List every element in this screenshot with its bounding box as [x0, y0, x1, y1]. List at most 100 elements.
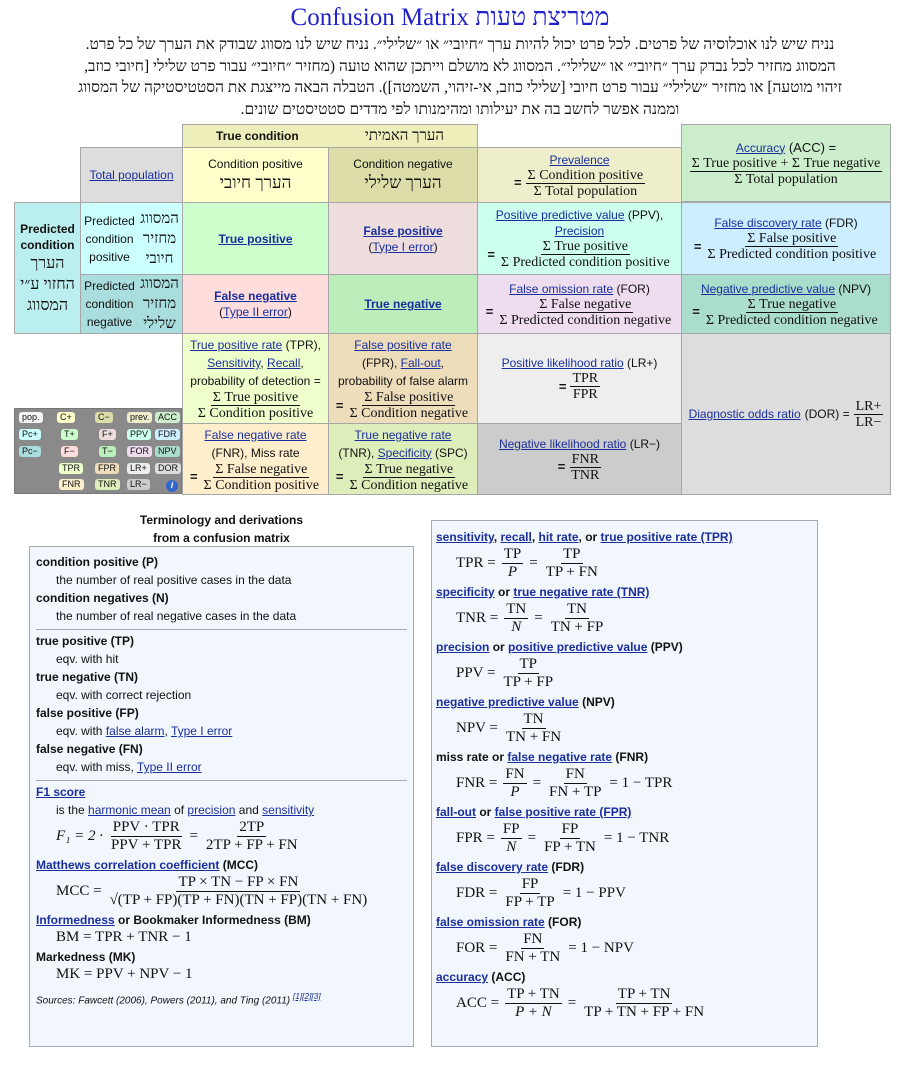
- true-condition-header: True condition הערך האמיתי: [182, 124, 478, 148]
- true-negative-link[interactable]: True negative: [364, 296, 441, 312]
- precision-link[interactable]: Precision: [555, 223, 604, 239]
- for-abbr: (FOR): [613, 281, 650, 296]
- lr-negative-numerator: FNR: [569, 451, 601, 468]
- spc-abbr: (SPC): [431, 445, 468, 460]
- derivation-link[interactable]: recall: [500, 530, 531, 544]
- equals-sign: =: [335, 397, 344, 413]
- sensitivity-link[interactable]: Sensitivity: [207, 356, 260, 370]
- formula-lhs: ACC =: [456, 995, 500, 1011]
- derivation-link[interactable]: fall-out: [436, 805, 476, 819]
- dor-denominator: LR−: [855, 414, 882, 430]
- info-icon[interactable]: i: [166, 480, 178, 492]
- minimap-tn: T−: [99, 446, 116, 457]
- accuracy-cell: Accuracy (ACC) = Σ True positive + Σ Tru…: [681, 124, 891, 202]
- type-one-error-term-link[interactable]: Type I error: [171, 724, 232, 738]
- dor-abbr: (DOR) =: [804, 407, 850, 421]
- tpr-link[interactable]: True positive rate: [190, 338, 282, 352]
- false-negative-term: false negative (FN): [36, 742, 143, 756]
- false-positive-link[interactable]: False positive: [363, 223, 442, 239]
- derivation-link[interactable]: sensitivity: [436, 530, 494, 544]
- f1-def-text: is the: [56, 803, 89, 817]
- accuracy-link[interactable]: Accuracy: [736, 141, 785, 155]
- true-condition-label: True condition: [216, 129, 299, 143]
- true-positive-cell: True positive: [182, 202, 329, 275]
- specificity-link[interactable]: Specificity: [378, 446, 432, 460]
- ppv-link[interactable]: Positive predictive value: [496, 208, 625, 222]
- ref-link-3[interactable]: [3]: [311, 991, 320, 1001]
- prevalence-link[interactable]: Prevalence: [549, 152, 609, 168]
- ref-link-1[interactable]: [1]: [293, 991, 302, 1001]
- informedness-link[interactable]: Informedness: [36, 913, 115, 927]
- derivation-link[interactable]: false negative rate: [507, 750, 612, 764]
- f1-num1: PPV · TPR: [110, 819, 182, 837]
- minimap-tpr: TPR: [59, 463, 83, 474]
- type-two-error-term-link[interactable]: Type II error: [137, 760, 202, 774]
- dor-link[interactable]: Diagnostic odds ratio: [689, 406, 801, 422]
- fdr-link[interactable]: False discovery rate: [714, 216, 821, 230]
- harmonic-mean-link[interactable]: harmonic mean: [88, 803, 171, 817]
- fdr-denominator: Σ Predicted condition positive: [707, 247, 877, 262]
- f1-score-link[interactable]: F1 score: [36, 785, 85, 799]
- derivation-link[interactable]: positive predictive value: [508, 640, 647, 654]
- condition-positive-label: Condition positive: [208, 157, 303, 171]
- derivation-link[interactable]: specificity: [436, 585, 495, 599]
- predicted-negative-label-he: המסווג מחזיר שלילי: [140, 276, 179, 332]
- page-title: Confusion Matrix מטריצת טעות: [290, 4, 610, 31]
- type-one-error-link[interactable]: Type I error: [372, 240, 433, 254]
- precision-term-link[interactable]: precision: [187, 803, 235, 817]
- fpr-cell: False positive rate (FPR), Fall-out, pro…: [328, 333, 478, 424]
- lr-positive-link[interactable]: Positive likelihood ratio: [502, 356, 624, 370]
- for-link[interactable]: False omission rate: [509, 282, 613, 296]
- tnr-link[interactable]: True negative rate: [355, 426, 452, 444]
- false-negative-link[interactable]: False negative: [214, 288, 297, 304]
- minimap-pop: pop.: [19, 412, 43, 423]
- matrix-minimap[interactable]: pop. C+ C− prev. ACC Pc+ T+ F+ PPV FDR P…: [14, 408, 182, 494]
- fnr-formula: Σ False negative Σ Condition positive: [202, 462, 322, 493]
- mcc-link[interactable]: Matthews correlation coefficient: [36, 858, 219, 872]
- derivation-link[interactable]: false positive rate (FPR): [495, 805, 632, 819]
- equals-sign: =: [557, 459, 566, 474]
- derivation-link[interactable]: true negative rate (TNR): [513, 585, 649, 599]
- minimap-fp: F+: [99, 429, 116, 440]
- f1-num2: 2TP: [237, 819, 267, 837]
- numerator: FN: [503, 766, 527, 784]
- npv-link[interactable]: Negative predictive value: [701, 282, 835, 296]
- derivation-link[interactable]: precision: [436, 640, 489, 654]
- derivation-link[interactable]: accuracy: [436, 970, 488, 984]
- fall-out-link[interactable]: Fall-out: [401, 356, 441, 370]
- derivation-link[interactable]: false omission rate: [436, 915, 545, 929]
- fraction: FP N: [500, 821, 522, 856]
- lr-negative-formula: FNR TNR: [569, 452, 601, 483]
- derivation-label: specificity or true negative rate (TNR): [436, 585, 813, 599]
- mcc-den: √(TP + FP)(TP + FN)(TN + FP)(TN + FN): [109, 892, 368, 908]
- sensitivity-term-link[interactable]: sensitivity: [262, 803, 314, 817]
- equals-sign: =: [558, 378, 567, 394]
- derivation-link[interactable]: negative predictive value: [436, 695, 579, 709]
- derivation-link[interactable]: hit rate: [539, 530, 579, 544]
- tpr-denominator: Σ Condition positive: [197, 406, 314, 421]
- total-population-link[interactable]: Total population: [89, 167, 173, 183]
- lr-negative-link[interactable]: Negative likelihood ratio: [499, 437, 626, 451]
- false-negative-def: eqv. with miss, Type II error: [36, 760, 407, 774]
- derivation-abbr: (PPV): [647, 640, 683, 654]
- for-cell: False omission rate (FOR) = Σ False negat…: [477, 274, 682, 334]
- recall-link[interactable]: Recall: [267, 356, 300, 370]
- denominator: TN + FP: [550, 619, 604, 635]
- derivation-formula: FDR = FP FP + TP = 1 − PPV: [436, 876, 813, 911]
- fnr-link[interactable]: False negative rate: [204, 426, 306, 444]
- fraction: FP FP + TN: [542, 821, 598, 856]
- npv-cell: Negative predictive value (NPV) = Σ True …: [681, 274, 891, 334]
- derivation-label: precision or positive predictive value (…: [436, 640, 813, 654]
- type-two-error-link[interactable]: Type II error: [223, 305, 288, 319]
- ppv-numerator: Σ True positive: [540, 239, 630, 255]
- denominator: P: [510, 784, 520, 800]
- equals-sign: =: [534, 610, 543, 626]
- true-positive-link[interactable]: True positive: [218, 231, 292, 247]
- fpr-link[interactable]: False positive rate: [354, 336, 451, 354]
- derivation-link[interactable]: true positive rate (TPR): [601, 530, 733, 544]
- sources-text: Sources: Fawcett (2006), Powers (2011), …: [36, 995, 291, 1007]
- formula-lhs: FDR =: [456, 885, 498, 901]
- derivation-link[interactable]: false discovery rate: [436, 860, 548, 874]
- false-alarm-link[interactable]: false alarm: [106, 724, 165, 738]
- minimap-prev: prev.: [127, 412, 153, 423]
